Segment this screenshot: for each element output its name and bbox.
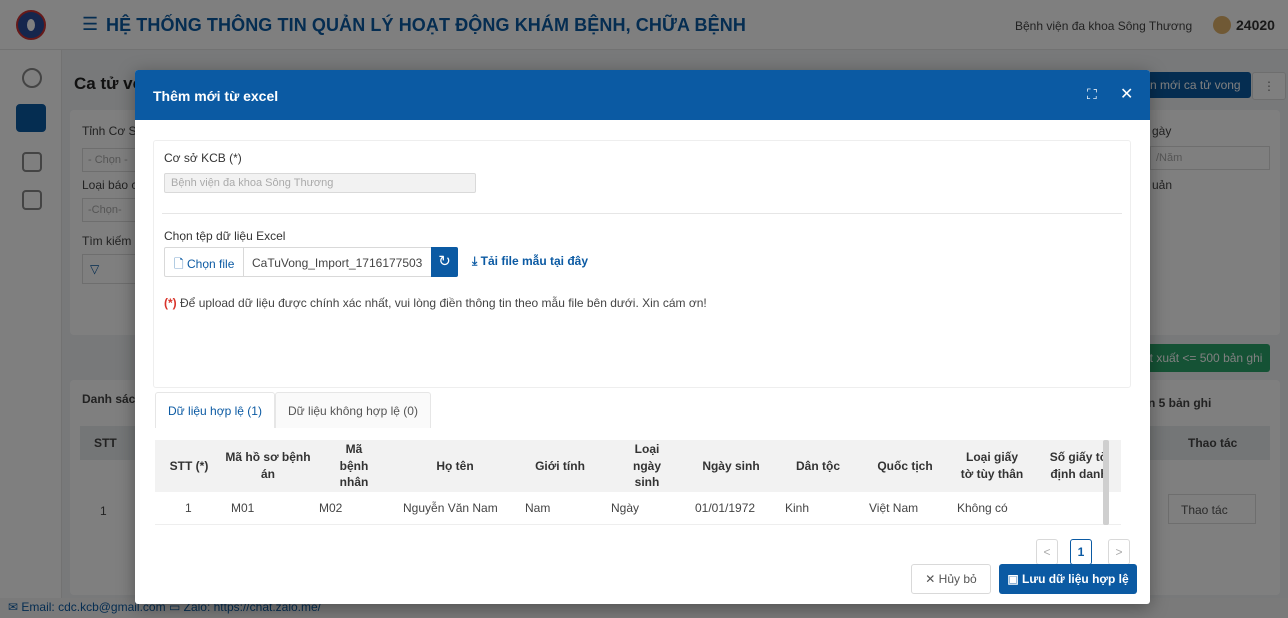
modal-title: Thêm mới từ excel <box>153 88 279 104</box>
col-id-type: Loại giấy tờ tùy thân <box>960 450 1024 481</box>
next-page-button[interactable]: > <box>1108 539 1130 565</box>
file-label: Chọn tệp dữ liệu Excel <box>164 229 286 243</box>
download-icon: ⤓ <box>472 254 478 268</box>
col-stt: STT (*) <box>169 458 209 473</box>
table-header: STT (*) Mã hồ sơ bệnh án Mã bệnh nhân Họ… <box>155 440 1121 492</box>
cell-full-name: Nguyễn Văn Nam <box>403 501 498 515</box>
import-form: Cơ sở KCB (*) Chọn tệp dữ liệu Excel 🗋 C… <box>153 140 1131 388</box>
save-label: Lưu dữ liệu hợp lệ <box>1022 572 1129 586</box>
facility-input[interactable] <box>164 173 476 193</box>
col-full-name: Họ tên <box>436 458 474 473</box>
col-birth-type: Loại ngày sinh <box>632 441 661 490</box>
cell-id-type: Không có <box>957 501 1008 515</box>
cell-ethnicity: Kinh <box>785 501 810 515</box>
selected-file-name: CaTuVong_Import_1716177503 <box>244 247 432 277</box>
tab-invalid-data[interactable]: Dữ liệu không hợp lệ (0) <box>275 392 431 428</box>
cell-birth-type: Ngày <box>611 501 640 515</box>
facility-label: Cơ sở KCB (*) <box>164 151 242 165</box>
download-template-link[interactable]: ⤓ Tải file mẫu tại đây <box>472 254 588 269</box>
col-patient-code: Mã bệnh nhân <box>339 441 369 490</box>
cell-patient-code: M02 <box>319 501 343 515</box>
modal-body: Cơ sở KCB (*) Chọn tệp dữ liệu Excel 🗋 C… <box>135 120 1150 565</box>
col-gender: Giới tính <box>535 458 585 473</box>
cell-record-code: M01 <box>231 501 255 515</box>
table-row[interactable]: 1 M01 M02 Nguyễn Văn Nam Nam Ngày 01/01/… <box>155 492 1121 525</box>
file-icon: 🗋 <box>174 257 184 271</box>
form-divider <box>162 213 1122 214</box>
close-icon[interactable]: ✕ <box>1120 84 1133 104</box>
cell-nationality: Việt Nam <box>869 501 919 515</box>
col-nationality: Quốc tịch <box>877 458 933 473</box>
cancel-label: Hủy bỏ <box>938 572 977 586</box>
col-record-code: Mã hồ sơ bệnh án <box>225 450 311 481</box>
note-text: Để upload dữ liệu được chính xác nhất, v… <box>180 296 707 310</box>
cell-stt: 1 <box>185 501 192 515</box>
col-ethnicity: Dân tộc <box>795 458 840 473</box>
page-1-button[interactable]: 1 <box>1070 539 1092 565</box>
modal-header: Thêm mới từ excel ⛶ ✕ <box>135 70 1150 120</box>
choose-file-button[interactable]: 🗋 Chọn file <box>164 247 245 277</box>
cell-gender: Nam <box>525 501 551 515</box>
save-icon: ▣ <box>1007 572 1023 586</box>
prev-page-button[interactable]: < <box>1036 539 1058 565</box>
download-template-label: Tải file mẫu tại đây <box>480 254 589 268</box>
choose-file-label: Chọn file <box>187 257 235 271</box>
cell-birth-date: 01/01/1972 <box>695 501 756 515</box>
import-excel-modal: Thêm mới từ excel ⛶ ✕ Cơ sở KCB (*) Chọn… <box>135 70 1150 604</box>
cancel-button[interactable]: ✕ Hủy bỏ <box>911 564 991 594</box>
close-small-icon: ✕ <box>925 572 939 586</box>
save-valid-data-button[interactable]: ▣ Lưu dữ liệu hợp lệ <box>999 564 1137 594</box>
table-scrollbar[interactable] <box>1103 440 1109 525</box>
tab-valid-data[interactable]: Dữ liệu hợp lệ (1) <box>155 392 275 428</box>
note-marker: (*) <box>164 296 177 310</box>
col-birth-date: Ngày sinh <box>702 458 760 473</box>
refresh-icon[interactable]: ↻ <box>431 247 458 277</box>
fullscreen-icon[interactable]: ⛶ <box>1087 86 1097 103</box>
upload-note: (*) Để upload dữ liệu được chính xác nhấ… <box>164 296 707 310</box>
